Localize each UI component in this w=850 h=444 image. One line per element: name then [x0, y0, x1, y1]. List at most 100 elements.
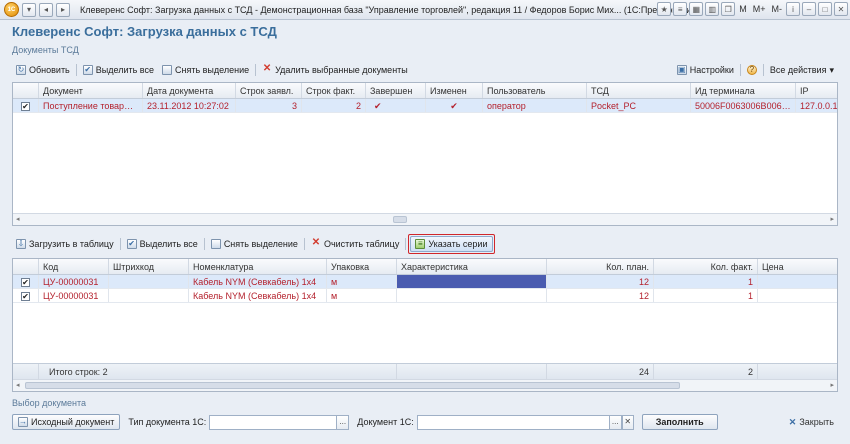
- column-header[interactable]: Ид терминала: [691, 83, 796, 98]
- checkbox-checked-icon[interactable]: ✔: [21, 292, 30, 301]
- docs-toolbar: ↻ Обновить ✔ Выделить все Снять выделение …: [12, 61, 838, 79]
- table-row[interactable]: ✔ ЦУ-00000031 Кабель NYM (Севкабель) 1х4…: [13, 275, 837, 289]
- column-header[interactable]: Упаковка: [327, 259, 397, 274]
- toolbar-divider: [255, 64, 257, 76]
- lines-toolbar: ⇩ Загрузить в таблицу ✔ Выделить все Снять…: [12, 234, 838, 254]
- doc-field[interactable]: [416, 414, 610, 430]
- scroll-right-icon[interactable]: ▸: [830, 215, 834, 223]
- cell-actual: 1: [654, 289, 758, 302]
- checkbox-checked-icon[interactable]: ✔: [21, 102, 30, 111]
- calendar-icon[interactable]: ▦: [689, 2, 704, 16]
- table-row[interactable]: ✔ Поступление товаров и... 23.11.2012 10…: [13, 99, 837, 113]
- bookmark-icon[interactable]: ★: [657, 2, 672, 16]
- toolbar-divider: [75, 64, 77, 76]
- close-button[interactable]: ✕ Закрыть: [785, 414, 838, 430]
- cell-actual: 2: [302, 99, 366, 112]
- chevron-down-icon: ▾: [829, 64, 834, 75]
- column-header[interactable]: IP: [796, 83, 837, 98]
- scroll-left-icon[interactable]: ◂: [16, 215, 20, 223]
- row-checkbox[interactable]: ✔: [13, 275, 39, 288]
- column-header[interactable]: Код: [39, 259, 109, 274]
- scroll-thumb[interactable]: [25, 382, 680, 389]
- column-header[interactable]: Номенклатура: [189, 259, 327, 274]
- cell-document: Поступление товаров и...: [39, 99, 143, 112]
- actual-total: 2: [654, 364, 758, 379]
- select-all-docs-button[interactable]: ✔ Выделить все: [79, 62, 158, 78]
- row-checkbox[interactable]: ✔: [13, 289, 39, 302]
- deselect-docs-button[interactable]: Снять выделение: [158, 62, 253, 78]
- docs-table-scrollbar[interactable]: ◂ ▸: [13, 213, 837, 225]
- column-header[interactable]: Документ: [39, 83, 143, 98]
- fill-button[interactable]: Заполнить: [641, 414, 718, 430]
- column-header[interactable]: ТСД: [587, 83, 691, 98]
- source-document-button[interactable]: → Исходный документ: [12, 414, 121, 430]
- cell-barcode: [109, 289, 189, 302]
- delete-icon: ✕: [262, 63, 272, 74]
- history-icon[interactable]: ≡: [673, 2, 688, 16]
- doc-label: Документ 1С:: [357, 417, 414, 427]
- window-title: Клеверенс Софт: Загрузка данных с ТСД - …: [80, 4, 700, 15]
- maximize-icon[interactable]: □: [818, 2, 832, 16]
- memory-subtract-button[interactable]: M-: [770, 4, 785, 14]
- row-checkbox[interactable]: ✔: [13, 99, 39, 112]
- cell-item: Кабель NYM (Севкабель) 1х4: [189, 275, 327, 288]
- docs-table: Документ Дата документа Строк заявл. Стр…: [12, 82, 838, 226]
- table-row[interactable]: ✔ ЦУ-00000031 Кабель NYM (Севкабель) 1х4…: [13, 289, 837, 303]
- lines-table-scrollbar[interactable]: ◂ ▸: [13, 379, 837, 391]
- doc-type-select-button[interactable]: ...: [337, 414, 350, 430]
- doc-type-field[interactable]: [209, 414, 338, 430]
- memory-store-button[interactable]: M: [737, 4, 749, 14]
- column-header[interactable]: Характеристика: [397, 259, 547, 274]
- calculator-icon[interactable]: ▥: [705, 2, 720, 16]
- cell-changed-check-icon: ✔: [426, 99, 483, 112]
- back-icon[interactable]: ◂: [39, 2, 53, 17]
- column-header[interactable]: Строк заявл.: [236, 83, 302, 98]
- scroll-left-icon[interactable]: ◂: [16, 381, 20, 389]
- doc-type-label: Тип документа 1С:: [128, 417, 207, 427]
- doc-select-button[interactable]: ...: [609, 414, 622, 430]
- select-all-icon: ✔: [126, 239, 137, 249]
- all-actions-menu[interactable]: Все действия ▾: [766, 62, 838, 78]
- scroll-right-icon[interactable]: ▸: [830, 381, 834, 389]
- deselect-icon: [161, 65, 172, 75]
- deselect-lines-button[interactable]: Снять выделение: [207, 236, 302, 252]
- refresh-button[interactable]: ↻ Обновить: [12, 62, 74, 78]
- scroll-thumb[interactable]: [393, 216, 407, 223]
- cell-characteristic[interactable]: [397, 275, 547, 288]
- select-all-lines-button[interactable]: ✔ Выделить все: [123, 236, 202, 252]
- column-header[interactable]: Изменен: [426, 83, 483, 98]
- checkbox-checked-icon[interactable]: ✔: [21, 278, 30, 287]
- memory-add-button[interactable]: M+: [751, 4, 768, 14]
- info-icon[interactable]: i: [786, 2, 800, 16]
- lines-table-header: Код Штрихкод Номенклатура Упаковка Харак…: [13, 259, 837, 275]
- column-header[interactable]: Кол. план.: [547, 259, 654, 274]
- forward-icon[interactable]: ▸: [56, 2, 70, 17]
- docs-toolbar-right: ▣ Настройки ? Все действия ▾: [673, 62, 838, 78]
- clear-table-button[interactable]: ✕ Очистить таблицу: [307, 236, 403, 252]
- close-window-icon[interactable]: ✕: [834, 2, 848, 16]
- column-header[interactable]: Завершен: [366, 83, 426, 98]
- specify-series-button[interactable]: ≡ Указать серии: [410, 236, 493, 252]
- delete-icon: ✕: [311, 237, 321, 248]
- dropdown-icon[interactable]: ▾: [22, 2, 36, 17]
- delete-selected-docs-button[interactable]: ✕ Удалить выбранные документы: [258, 62, 412, 78]
- column-header[interactable]: Дата документа: [143, 83, 236, 98]
- minimize-icon[interactable]: –: [802, 2, 816, 16]
- column-header[interactable]: Пользователь: [483, 83, 587, 98]
- app-menu-icon[interactable]: 1С: [4, 2, 19, 17]
- cell-characteristic[interactable]: [397, 289, 547, 302]
- column-header[interactable]: Строк факт.: [302, 83, 366, 98]
- doc-clear-button[interactable]: ✕: [621, 414, 634, 430]
- help-button[interactable]: ?: [743, 62, 761, 78]
- series-icon: ≡: [415, 239, 426, 249]
- copy-icon[interactable]: ❐: [721, 2, 736, 16]
- column-header[interactable]: Цена: [758, 259, 837, 274]
- select-all-icon: ✔: [82, 65, 93, 75]
- load-to-table-button[interactable]: ⇩ Загрузить в таблицу: [12, 236, 118, 252]
- cell-date: 23.11.2012 10:27:02: [143, 99, 236, 112]
- settings-button[interactable]: ▣ Настройки: [673, 62, 738, 78]
- column-header[interactable]: Кол. факт.: [654, 259, 758, 274]
- window-controls: ★ ≡ ▦ ▥ ❐ M M+ M- i – □ ✕: [657, 2, 848, 16]
- window-titlebar: 1С ▾ ◂ ▸ Клеверенс Софт: Загрузка данных…: [0, 0, 850, 20]
- column-header[interactable]: Штрихкод: [109, 259, 189, 274]
